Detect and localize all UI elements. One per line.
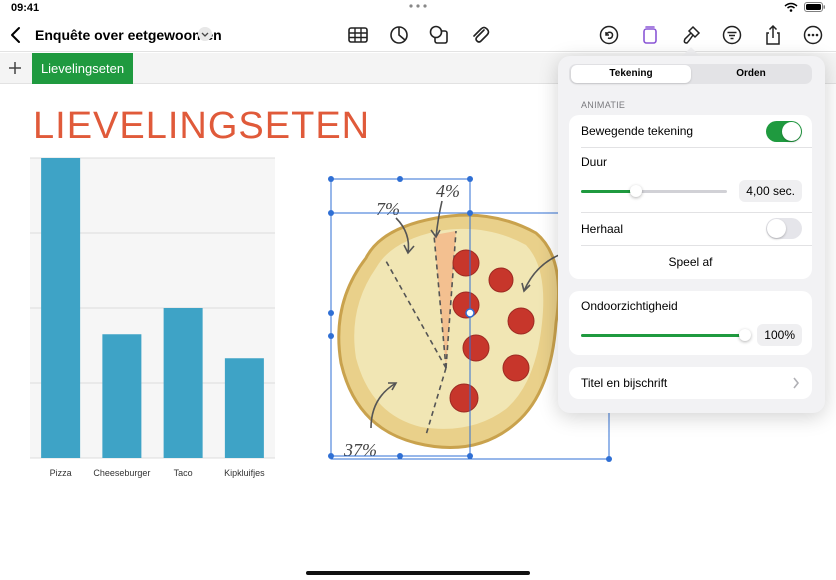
- duration-slider-fill: [581, 190, 637, 193]
- wifi-icon: [784, 2, 798, 12]
- duration-slider[interactable]: [581, 185, 727, 197]
- divider: [581, 147, 812, 148]
- toolbar: Enquête over eetgewoonten: [0, 18, 836, 52]
- status-time: 09:41: [11, 2, 40, 14]
- multitasking-dots-icon[interactable]: [408, 3, 428, 9]
- format-popover: Tekening Orden ANIMATIE Bewegende tekeni…: [558, 56, 825, 413]
- play-button[interactable]: Speel af: [569, 255, 812, 269]
- bar-chart[interactable]: Pizza Cheeseburger Taco Kipkluifjes: [25, 153, 285, 483]
- section-label-animation: ANIMATIE: [581, 100, 626, 110]
- document-heading[interactable]: LIEVELINGSETEN: [33, 105, 370, 148]
- duration-value[interactable]: 4,00 sec.: [739, 180, 802, 202]
- chart-bar-cheeseburger[interactable]: [102, 334, 142, 458]
- chart-tick-label: Cheeseburger: [93, 468, 150, 478]
- filter-icon[interactable]: [721, 24, 743, 46]
- opacity-slider[interactable]: [581, 329, 751, 341]
- duration-slider-thumb[interactable]: [630, 185, 643, 197]
- chart-bar-taco[interactable]: [163, 308, 203, 458]
- resize-handle[interactable]: [328, 176, 334, 182]
- shapes-icon[interactable]: [428, 24, 450, 46]
- pizza-label-37[interactable]: 37%: [343, 440, 377, 460]
- battery-icon: [804, 2, 825, 12]
- resize-handle[interactable]: [467, 453, 473, 459]
- resize-handle[interactable]: [397, 176, 403, 182]
- opacity-slider-fill: [581, 334, 745, 337]
- divider: [581, 245, 812, 246]
- chart-tick-label: Kipkluifjes: [224, 468, 265, 478]
- add-sheet-icon[interactable]: [6, 59, 24, 77]
- home-indicator[interactable]: [306, 571, 530, 575]
- chevron-right-icon: [793, 377, 800, 389]
- pizza-label-7[interactable]: 7%: [376, 199, 400, 219]
- resize-handle[interactable]: [328, 453, 334, 459]
- share-icon[interactable]: [762, 24, 784, 46]
- undo-icon[interactable]: [598, 24, 620, 46]
- chart-bar-kipkluifjes[interactable]: [224, 358, 264, 458]
- resize-handle[interactable]: [606, 456, 612, 462]
- tab-orden[interactable]: Orden: [691, 65, 811, 83]
- resize-handle[interactable]: [467, 176, 473, 182]
- resize-handle[interactable]: [467, 210, 473, 216]
- opacity-group: Ondoorzichtigheid 100%: [569, 291, 812, 355]
- resize-handle[interactable]: [397, 453, 403, 459]
- opacity-slider-thumb[interactable]: [739, 329, 751, 341]
- tab-tekening[interactable]: Tekening: [571, 65, 691, 83]
- status-bar: 09:41: [0, 0, 836, 16]
- opacity-label: Ondoorzichtigheid: [581, 299, 678, 313]
- chart-bar-pizza[interactable]: [41, 158, 81, 458]
- resize-handle[interactable]: [328, 310, 334, 316]
- clipboard-icon[interactable]: [639, 24, 661, 46]
- sheet-tab-active[interactable]: Lievelingseten: [32, 53, 133, 84]
- rotation-handle[interactable]: [465, 308, 475, 318]
- resize-handle[interactable]: [328, 333, 334, 339]
- chart-tick-label: Taco: [174, 468, 193, 478]
- more-icon[interactable]: [802, 24, 824, 46]
- animation-group: Bewegende tekening Duur 4,00 sec. Herhaa…: [569, 115, 812, 279]
- animated-drawing-toggle[interactable]: [766, 121, 802, 142]
- pizza-label-4[interactable]: 4%: [436, 181, 460, 201]
- divider: [581, 212, 812, 213]
- back-chevron-icon[interactable]: [6, 23, 26, 47]
- document-title[interactable]: Enquête over eetgewoonten: [35, 27, 222, 43]
- caption-label: Titel en bijschrift: [581, 376, 668, 390]
- caption-row[interactable]: Titel en bijschrift: [569, 367, 812, 399]
- resize-handle[interactable]: [328, 210, 334, 216]
- title-chevron-down-icon[interactable]: [198, 27, 212, 41]
- chart-icon[interactable]: [388, 24, 410, 46]
- duration-label: Duur: [581, 155, 608, 169]
- repeat-toggle[interactable]: [766, 218, 802, 239]
- repeat-label: Herhaal: [581, 222, 624, 236]
- paperclip-icon[interactable]: [469, 24, 491, 46]
- chart-tick-label: Pizza: [50, 468, 72, 478]
- format-brush-icon[interactable]: [680, 24, 702, 46]
- animated-drawing-label: Bewegende tekening: [581, 124, 694, 138]
- segmented-control: Tekening Orden: [569, 64, 812, 84]
- opacity-value[interactable]: 100%: [757, 324, 802, 346]
- table-icon[interactable]: [347, 24, 369, 46]
